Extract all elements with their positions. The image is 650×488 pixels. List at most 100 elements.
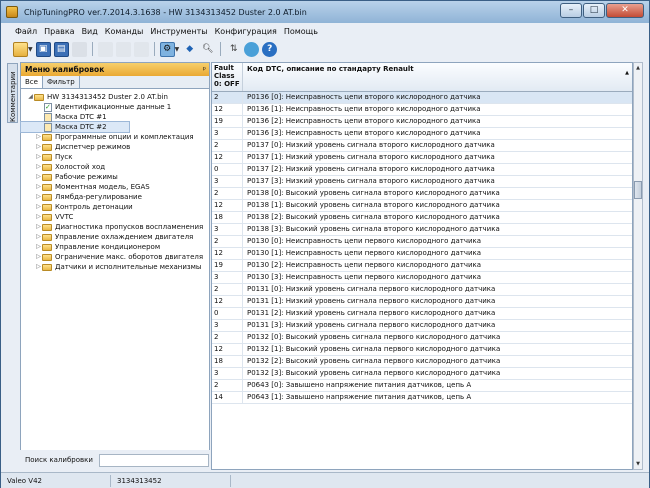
scroll-thumb[interactable]: [634, 181, 642, 199]
fault-class-cell[interactable]: 18: [212, 356, 243, 367]
column-header-dtc[interactable]: Код DTC, описание по стандарту Renault: [243, 63, 632, 91]
table-row[interactable]: 3 P0131 [3]: Низкий уровень сигнала перво…: [212, 320, 632, 332]
tree-folder[interactable]: ▷ Контроль детонации: [21, 202, 209, 212]
tree-folder[interactable]: ▷ Холостой ход: [21, 162, 209, 172]
undo-icon[interactable]: [133, 41, 149, 57]
table-row[interactable]: 12 P0131 [1]: Низкий уровень сигнала перв…: [212, 296, 632, 308]
expand-icon[interactable]: ▷: [35, 222, 42, 232]
save-icon[interactable]: ▣: [35, 41, 51, 57]
tree-folder[interactable]: ▷ Рабочие режимы: [21, 172, 209, 182]
table-row[interactable]: 3 P0130 [3]: Неисправность цепи первого к…: [212, 272, 632, 284]
expand-icon[interactable]: ▷: [35, 192, 42, 202]
fault-class-cell[interactable]: 19: [212, 116, 243, 127]
fault-class-cell[interactable]: 3: [212, 368, 243, 379]
table-row[interactable]: 19 P0130 [2]: Неисправность цепи первого …: [212, 260, 632, 272]
table-row[interactable]: 12 P0132 [1]: Высокий уровень сигнала пер…: [212, 344, 632, 356]
table-row[interactable]: 2 P0643 [0]: Завышено напряжение питания …: [212, 380, 632, 392]
table-row[interactable]: 2 P0131 [0]: Низкий уровень сигнала перво…: [212, 284, 632, 296]
expand-icon[interactable]: ▷: [35, 152, 42, 162]
expand-icon[interactable]: ▷: [35, 202, 42, 212]
print-icon[interactable]: [71, 41, 87, 57]
fault-class-cell[interactable]: 0: [212, 164, 243, 175]
fault-class-cell[interactable]: 18: [212, 212, 243, 223]
zoom-icon[interactable]: 🔍︎: [200, 42, 215, 57]
expand-icon[interactable]: ▷: [35, 182, 42, 192]
tree-folder[interactable]: ▷ Программные опции и комплектация: [21, 132, 209, 142]
tree-folder[interactable]: ▷ Управление охлаждением двигателя: [21, 232, 209, 242]
open-folder-icon[interactable]: [13, 41, 28, 57]
expand-icon[interactable]: ▷: [35, 142, 42, 152]
table-row[interactable]: 14 P0643 [1]: Завышено напряжение питания…: [212, 392, 632, 404]
fault-class-cell[interactable]: 2: [212, 188, 243, 199]
comments-side-tab[interactable]: Комментарии: [7, 63, 18, 123]
help-icon[interactable]: ?: [262, 41, 278, 57]
tree-item[interactable]: Маска DTC #1: [21, 112, 209, 122]
tab-filter[interactable]: Фильтр: [43, 76, 80, 88]
expand-icon[interactable]: ▷: [35, 132, 42, 142]
paste-icon[interactable]: [115, 41, 131, 57]
table-row[interactable]: 2 P0132 [0]: Высокий уровень сигнала перв…: [212, 332, 632, 344]
scroll-up-icon[interactable]: ▲: [634, 63, 642, 73]
tree-folder[interactable]: ▷ Лямбда-регулирование: [21, 192, 209, 202]
fault-class-cell[interactable]: 12: [212, 248, 243, 259]
table-row[interactable]: 2 P0130 [0]: Неисправность цепи первого к…: [212, 236, 632, 248]
table-row[interactable]: 2 P0137 [0]: Низкий уровень сигнала второ…: [212, 140, 632, 152]
fault-class-cell[interactable]: 19: [212, 260, 243, 271]
tree-folder[interactable]: ▷ VVTC: [21, 212, 209, 222]
table-row[interactable]: 2 P0138 [0]: Высокий уровень сигнала втор…: [212, 188, 632, 200]
minimize-button[interactable]: –: [560, 3, 582, 18]
expand-icon[interactable]: ▷: [35, 252, 42, 262]
expand-icon[interactable]: ▷: [35, 262, 42, 272]
table-row[interactable]: 0 P0137 [2]: Низкий уровень сигнала второ…: [212, 164, 632, 176]
tree-folder[interactable]: ▷ Диспетчер режимов: [21, 142, 209, 152]
maximize-button[interactable]: □: [583, 3, 605, 18]
menu-configuration[interactable]: Конфигурация: [215, 27, 277, 36]
table-row[interactable]: 12 P0138 [1]: Высокий уровень сигнала вто…: [212, 200, 632, 212]
fault-class-cell[interactable]: 12: [212, 344, 243, 355]
fault-class-cell[interactable]: 12: [212, 296, 243, 307]
table-row[interactable]: 19 P0136 [2]: Неисправность цепи второго …: [212, 116, 632, 128]
table-row[interactable]: 0 P0131 [2]: Низкий уровень сигнала перво…: [212, 308, 632, 320]
fault-class-cell[interactable]: 0: [212, 308, 243, 319]
chevron-down-icon[interactable]: ▼: [175, 46, 180, 53]
table-row[interactable]: 18 P0138 [2]: Высокий уровень сигнала вто…: [212, 212, 632, 224]
tree-folder[interactable]: ▷ Управление кондиционером: [21, 242, 209, 252]
expand-icon[interactable]: ▷: [35, 242, 42, 252]
table-row[interactable]: 3 P0136 [3]: Неисправность цепи второго к…: [212, 128, 632, 140]
menu-edit[interactable]: Правка: [44, 27, 74, 36]
chevron-down-icon[interactable]: ▼: [28, 46, 33, 53]
tree-item[interactable]: Идентификационные данные 1: [21, 102, 209, 112]
pin-icon[interactable]: ᵖ: [203, 63, 206, 76]
close-button[interactable]: ✕: [606, 3, 644, 18]
connect-icon[interactable]: [244, 41, 260, 57]
table-row[interactable]: 12 P0130 [1]: Неисправность цепи первого …: [212, 248, 632, 260]
tree-root[interactable]: ◢ HW 3134313452 Duster 2.0 AT.bin: [21, 92, 209, 102]
tree-folder[interactable]: ▷ Ограничение макс. оборотов двигателя: [21, 252, 209, 262]
column-header-fault-class[interactable]: Fault Class 0: OFF: [212, 63, 243, 91]
fault-class-cell[interactable]: 2: [212, 140, 243, 151]
table-row[interactable]: 3 P0138 [3]: Высокий уровень сигнала втор…: [212, 224, 632, 236]
fault-class-cell[interactable]: 12: [212, 200, 243, 211]
tab-all[interactable]: Все: [21, 76, 43, 88]
vertical-scrollbar[interactable]: ▲ ▼: [633, 62, 643, 470]
save-as-icon[interactable]: ▤: [53, 41, 69, 57]
expand-icon[interactable]: ▷: [35, 232, 42, 242]
search-input[interactable]: [98, 453, 209, 467]
fault-class-cell[interactable]: 3: [212, 128, 243, 139]
tree-folder[interactable]: ▷ Диагностика пропусков воспламенения: [21, 222, 209, 232]
fault-class-cell[interactable]: 3: [212, 176, 243, 187]
table-row[interactable]: 3 P0132 [3]: Высокий уровень сигнала перв…: [212, 368, 632, 380]
expand-icon[interactable]: ▷: [35, 162, 42, 172]
tree-folder[interactable]: ▷ Пуск: [21, 152, 209, 162]
fault-class-cell[interactable]: 3: [212, 224, 243, 235]
menu-tools[interactable]: Инструменты: [150, 27, 207, 36]
menu-file[interactable]: Файл: [15, 27, 37, 36]
sort-icon[interactable]: ▲: [625, 70, 629, 76]
fault-class-cell[interactable]: 12: [212, 104, 243, 115]
table-row[interactable]: 18 P0132 [2]: Высокий уровень сигнала пер…: [212, 356, 632, 368]
expand-icon[interactable]: ▷: [35, 172, 42, 182]
copy-icon[interactable]: [97, 41, 113, 57]
tree-folder[interactable]: ▷ Моментная модель, EGAS: [21, 182, 209, 192]
collapse-icon[interactable]: ◢: [27, 92, 34, 102]
fault-class-cell[interactable]: 2: [212, 380, 243, 391]
